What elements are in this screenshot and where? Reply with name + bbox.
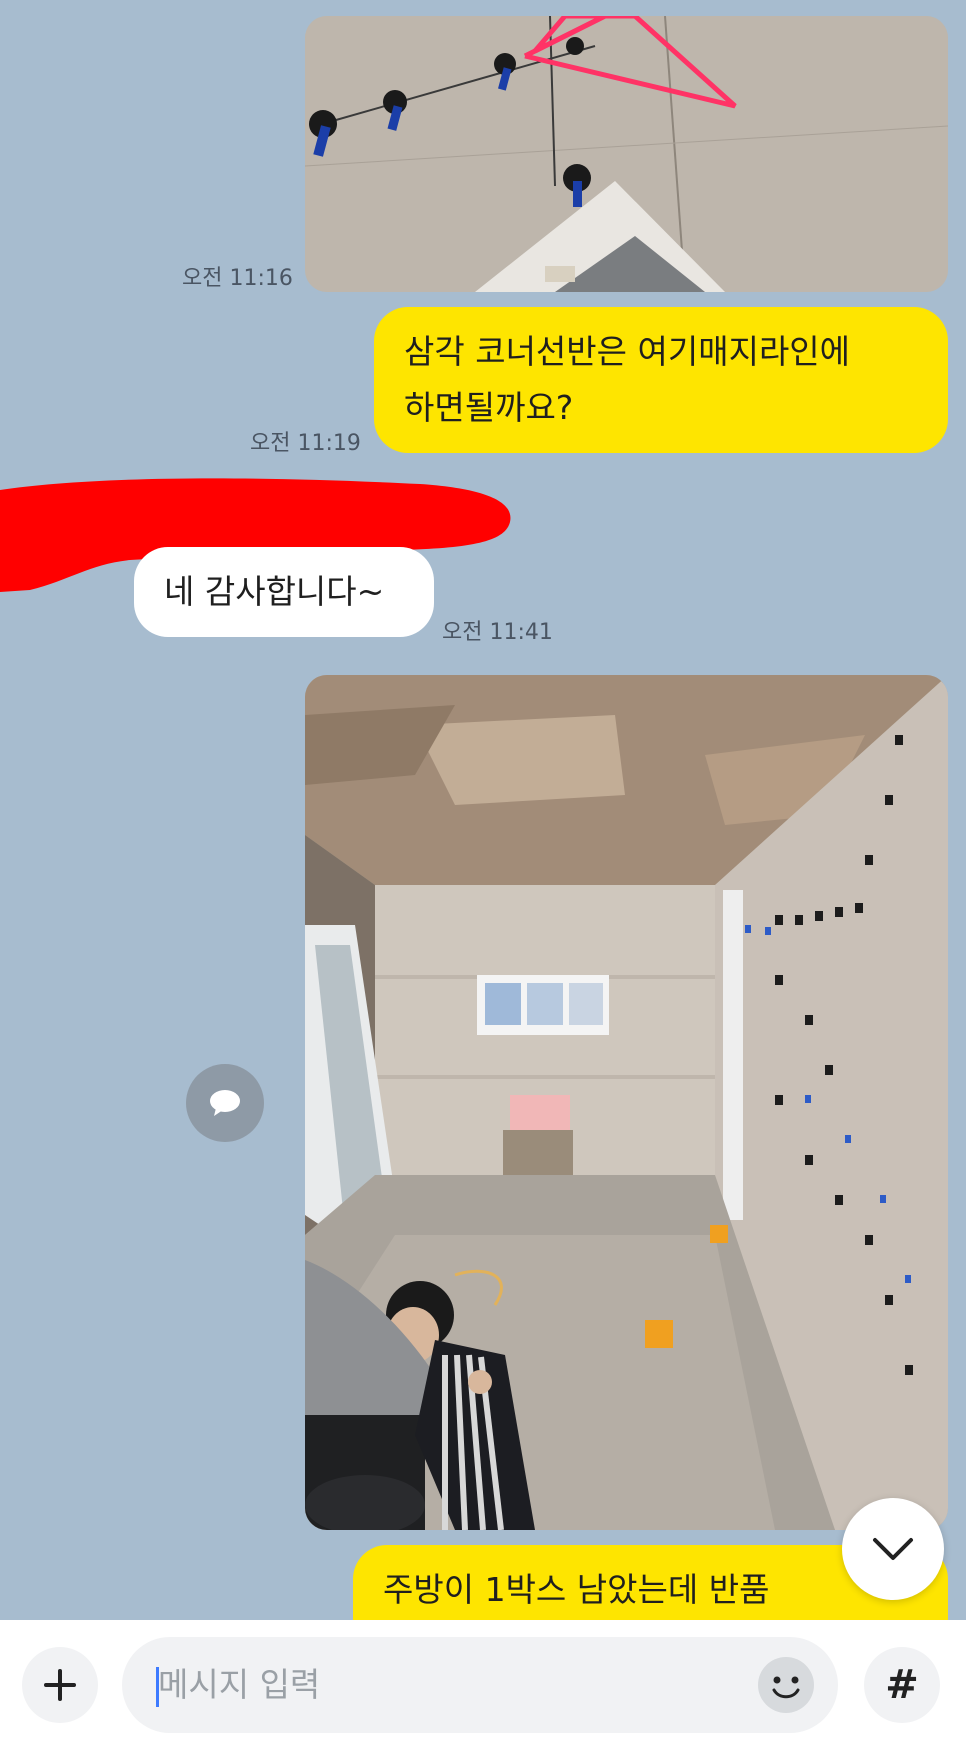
share-chat-button[interactable] — [186, 1064, 264, 1142]
message-input[interactable]: 메시지 입력 — [122, 1637, 838, 1733]
share-chat-icon — [210, 1090, 240, 1116]
message-line: 하면될까요? — [404, 388, 574, 427]
bathroom-renovation-photo — [305, 675, 948, 1530]
my-message-bubble[interactable]: 삼각 코너선반은 여기매지라인에 하면될까요? — [374, 307, 948, 453]
message-text: 주방이 1박스 남았는데 반품 — [383, 1570, 770, 1609]
hashtag-search-button[interactable]: # — [864, 1647, 940, 1723]
message-time: 오전 11:41 — [442, 620, 553, 645]
message-text: 네 감사합니다~ — [164, 572, 385, 611]
their-message-bubble[interactable]: 네 감사합니다~ — [134, 547, 434, 637]
plus-icon — [44, 1669, 76, 1701]
attach-button[interactable] — [22, 1647, 98, 1723]
emoji-icon[interactable] — [756, 1655, 816, 1715]
chat-image-bathroom[interactable] — [305, 675, 948, 1530]
chat-area[interactable]: 오전 11:16 삼각 코너선반은 여기매지라인에 하면될까요? 오전 11:1… — [0, 0, 966, 1620]
chevron-down-icon — [873, 1538, 913, 1560]
message-time: 오전 11:16 — [182, 266, 293, 291]
scroll-to-bottom-button[interactable] — [842, 1498, 944, 1600]
message-composer: 메시지 입력 # — [0, 1620, 966, 1750]
message-input-placeholder: 메시지 입력 — [158, 1665, 321, 1704]
chat-image-tile-clips[interactable] — [305, 16, 948, 292]
message-time: 오전 11:19 — [250, 431, 361, 456]
message-line: 삼각 코너선반은 여기매지라인에 — [404, 332, 851, 371]
tile-clips-photo — [305, 16, 948, 292]
